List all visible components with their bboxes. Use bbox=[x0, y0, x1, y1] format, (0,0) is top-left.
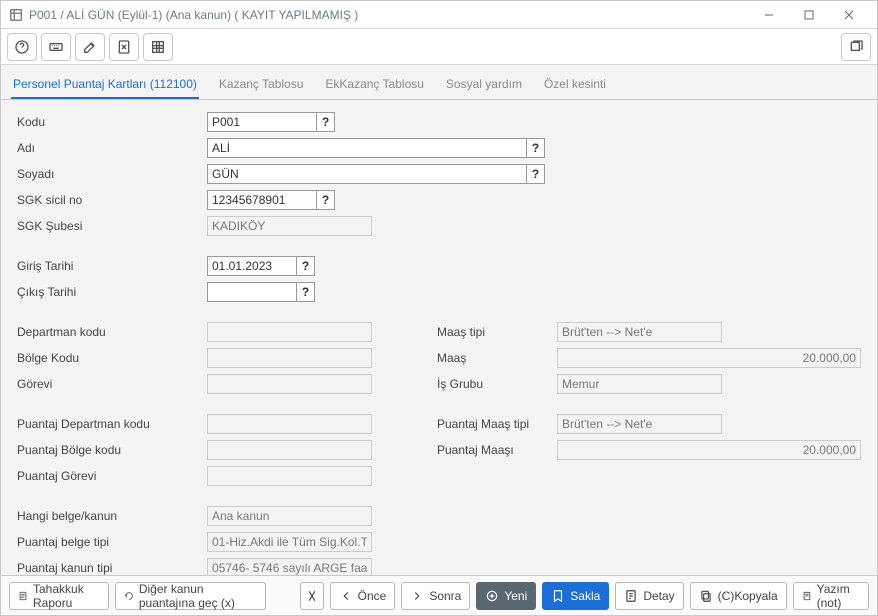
label-dept-kodu: Departman kodu bbox=[17, 325, 207, 339]
once-button[interactable]: Önce bbox=[330, 582, 396, 610]
sil-button[interactable] bbox=[300, 582, 324, 610]
sonra-button[interactable]: Sonra bbox=[401, 582, 470, 610]
input-dept-kodu bbox=[207, 322, 372, 342]
input-soyadi[interactable] bbox=[207, 164, 527, 184]
label-p-maas: Puantaj Maaşı bbox=[437, 443, 557, 457]
close-button[interactable] bbox=[829, 1, 869, 29]
input-adi[interactable] bbox=[207, 138, 527, 158]
label-maas-tipi: Maaş tipi bbox=[437, 325, 557, 339]
help-button[interactable] bbox=[7, 33, 37, 61]
app-icon bbox=[9, 8, 23, 22]
sakla-label: Sakla bbox=[570, 589, 600, 603]
input-giris-tarihi[interactable] bbox=[207, 256, 297, 276]
label-cikis-tarihi: Çıkış Tarihi bbox=[17, 285, 207, 299]
label-kodu: Kodu bbox=[17, 115, 207, 129]
lookup-giris-tarihi[interactable]: ? bbox=[297, 256, 315, 276]
titlebar: P001 / ALİ GÜN (Eylül-1) (Ana kanun) ( K… bbox=[1, 1, 877, 29]
input-is-grubu bbox=[557, 374, 722, 394]
windows-button[interactable] bbox=[841, 33, 871, 61]
lookup-kodu[interactable]: ? bbox=[317, 112, 335, 132]
label-p-gorevi: Puantaj Görevi bbox=[17, 469, 207, 483]
kopyala-button[interactable]: (C)Kopyala bbox=[690, 582, 787, 610]
yeni-button[interactable]: Yeni bbox=[476, 582, 536, 610]
tahakkuk-raporu-button[interactable]: Tahakkuk Raporu bbox=[9, 582, 109, 610]
input-p-kanun-tipi bbox=[207, 558, 372, 575]
label-bolge-kodu: Bölge Kodu bbox=[17, 351, 207, 365]
sakla-button[interactable]: Sakla bbox=[542, 582, 609, 610]
label-soyadi: Soyadı bbox=[17, 167, 207, 181]
edit-button[interactable] bbox=[75, 33, 105, 61]
export-excel-button[interactable] bbox=[109, 33, 139, 61]
input-gorevi bbox=[207, 374, 372, 394]
tahakkuk-label: Tahakkuk Raporu bbox=[33, 582, 100, 610]
lookup-adi[interactable]: ? bbox=[527, 138, 545, 158]
input-maas bbox=[557, 348, 861, 368]
label-giris-tarihi: Giriş Tarihi bbox=[17, 259, 207, 273]
keyboard-button[interactable] bbox=[41, 33, 71, 61]
lookup-sgk-sicil[interactable]: ? bbox=[317, 190, 335, 210]
input-sgk-subesi bbox=[207, 216, 372, 236]
input-maas-tipi bbox=[557, 322, 722, 342]
grid-button[interactable] bbox=[143, 33, 173, 61]
input-p-bolge-kodu bbox=[207, 440, 372, 460]
label-p-kanun-tipi: Puantaj kanun tipi bbox=[17, 561, 207, 575]
label-hangi-belge: Hangi belge/kanun bbox=[17, 509, 207, 523]
input-p-gorevi bbox=[207, 466, 372, 486]
label-adi: Adı bbox=[17, 141, 207, 155]
label-p-dept-kodu: Puantaj Departman kodu bbox=[17, 417, 207, 431]
footer: Tahakkuk Raporu Diğer kanun puantajına g… bbox=[1, 575, 877, 615]
maximize-button[interactable] bbox=[789, 1, 829, 29]
input-p-dept-kodu bbox=[207, 414, 372, 434]
yazim-label: Yazım (not) bbox=[817, 582, 860, 610]
tabstrip: Personel Puantaj Kartları (112100) Kazan… bbox=[1, 65, 877, 100]
yeni-label: Yeni bbox=[504, 589, 527, 603]
toolbar bbox=[1, 29, 877, 65]
minimize-button[interactable] bbox=[749, 1, 789, 29]
detay-button[interactable]: Detay bbox=[615, 582, 683, 610]
lookup-soyadi[interactable]: ? bbox=[527, 164, 545, 184]
tab-kazanc[interactable]: Kazanç Tablosu bbox=[217, 71, 306, 99]
kopyala-label: (C)Kopyala bbox=[718, 589, 778, 603]
diger-kanun-button[interactable]: Diğer kanun puantajına geç (x) bbox=[115, 582, 266, 610]
tab-ekkazanc[interactable]: EkKazanç Tablosu bbox=[323, 71, 426, 99]
label-p-belge-tipi: Puantaj belge tipi bbox=[17, 535, 207, 549]
label-gorevi: Görevi bbox=[17, 377, 207, 391]
once-label: Önce bbox=[358, 589, 387, 603]
tab-sosyal-yardim[interactable]: Sosyal yardım bbox=[444, 71, 524, 99]
input-p-belge-tipi bbox=[207, 532, 372, 552]
input-bolge-kodu bbox=[207, 348, 372, 368]
label-is-grubu: İş Grubu bbox=[437, 377, 557, 391]
input-cikis-tarihi[interactable] bbox=[207, 282, 297, 302]
window-title: P001 / ALİ GÜN (Eylül-1) (Ana kanun) ( K… bbox=[29, 8, 358, 22]
sonra-label: Sonra bbox=[429, 589, 461, 603]
input-hangi-belge bbox=[207, 506, 372, 526]
detay-label: Detay bbox=[643, 589, 674, 603]
label-maas: Maaş bbox=[437, 351, 557, 365]
label-sgk-subesi: SGK Şubesi bbox=[17, 219, 207, 233]
input-p-maas-tipi bbox=[557, 414, 722, 434]
label-sgk-sicil: SGK sicil no bbox=[17, 193, 207, 207]
label-p-maas-tipi: Puantaj Maaş tipi bbox=[437, 417, 557, 431]
form-area: Kodu ? Adı ? Soyadı ? SGK sicil no ? SGK… bbox=[1, 100, 877, 575]
input-kodu[interactable] bbox=[207, 112, 317, 132]
yazim-button[interactable]: Yazım (not) bbox=[793, 582, 869, 610]
input-p-maas bbox=[557, 440, 861, 460]
tab-ozel-kesinti[interactable]: Özel kesinti bbox=[542, 71, 608, 99]
diger-kanun-label: Diğer kanun puantajına geç (x) bbox=[139, 582, 257, 610]
lookup-cikis-tarihi[interactable]: ? bbox=[297, 282, 315, 302]
input-sgk-sicil[interactable] bbox=[207, 190, 317, 210]
tab-personel-puantaj[interactable]: Personel Puantaj Kartları (112100) bbox=[11, 71, 199, 99]
label-p-bolge-kodu: Puantaj Bölge kodu bbox=[17, 443, 207, 457]
